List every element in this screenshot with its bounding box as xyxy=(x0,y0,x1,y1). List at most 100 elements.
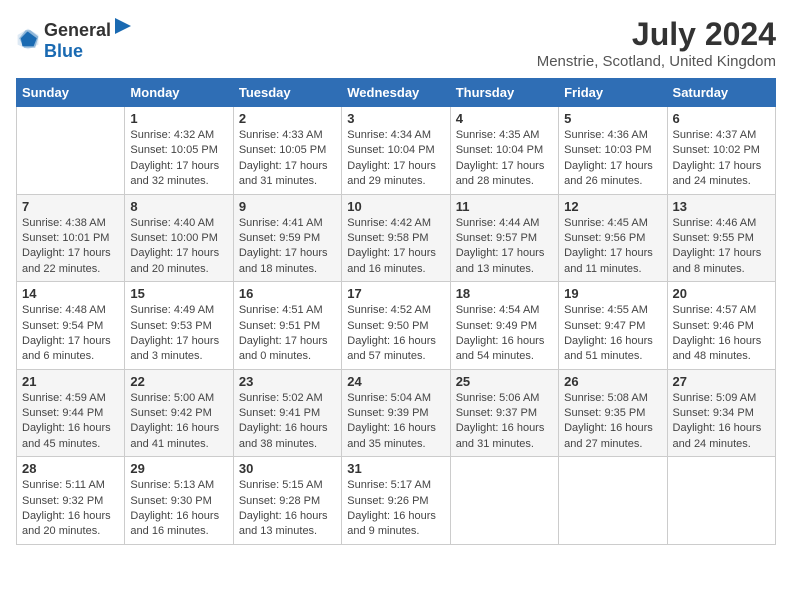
day-info: Sunrise: 5:04 AM Sunset: 9:39 PM Dayligh… xyxy=(347,391,444,453)
calendar-cell: 17 Sunrise: 4:52 AM Sunset: 9:50 PM Dayli… xyxy=(342,282,450,370)
calendar-cell: 29Sunrise: 5:13 AM Sunset: 9:30 PM Dayli… xyxy=(125,457,233,545)
weekday-header-thursday: Thursday xyxy=(450,79,558,107)
day-info: Sunrise: 4:34 AM Sunset: 10:04 PM Daylig… xyxy=(347,128,444,190)
day-info: Sunrise: 4:57 AM Sunset: 9:46 PM Dayligh… xyxy=(673,303,770,365)
calendar-cell: 27Sunrise: 5:09 AM Sunset: 9:34 PM Dayli… xyxy=(667,369,775,457)
calendar-cell: 5 Sunrise: 4:36 AM Sunset: 10:03 PM Dayli… xyxy=(559,107,667,195)
day-number: 28 xyxy=(22,461,119,476)
title-area: July 2024 Menstrie, Scotland, United Kin… xyxy=(537,16,776,70)
day-number: 7 xyxy=(22,199,119,214)
calendar-cell: 25 Sunrise: 5:06 AM Sunset: 9:37 PM Dayli… xyxy=(450,369,558,457)
logo: General Blue xyxy=(16,16,133,62)
calendar-cell: 12Sunrise: 4:45 AM Sunset: 9:56 PM Dayli… xyxy=(559,194,667,282)
day-number: 4 xyxy=(456,111,553,126)
weekday-header-saturday: Saturday xyxy=(667,79,775,107)
calendar-cell: 2Sunrise: 4:33 AM Sunset: 10:05 PM Dayli… xyxy=(233,107,341,195)
day-info: Sunrise: 4:37 AM Sunset: 10:02 PM Daylig… xyxy=(673,128,770,190)
day-number: 21 xyxy=(22,374,119,389)
day-info: Sunrise: 5:17 AM Sunset: 9:26 PM Dayligh… xyxy=(347,478,444,540)
day-number: 13 xyxy=(673,199,770,214)
calendar-cell: 31 Sunrise: 5:17 AM Sunset: 9:26 PM Dayli… xyxy=(342,457,450,545)
logo-flag-icon xyxy=(113,16,133,36)
logo-text-block: General Blue xyxy=(44,16,133,62)
day-info: Sunrise: 5:06 AM Sunset: 9:37 PM Dayligh… xyxy=(456,391,553,453)
day-number: 18 xyxy=(456,286,553,301)
calendar-cell: 7 Sunrise: 4:38 AM Sunset: 10:01 PM Dayli… xyxy=(17,194,125,282)
day-number: 6 xyxy=(673,111,770,126)
calendar-cell: 22Sunrise: 5:00 AM Sunset: 9:42 PM Dayli… xyxy=(125,369,233,457)
day-number: 19 xyxy=(564,286,661,301)
day-number: 25 xyxy=(456,374,553,389)
month-title: July 2024 xyxy=(537,16,776,53)
day-info: Sunrise: 4:51 AM Sunset: 9:51 PM Dayligh… xyxy=(239,303,336,365)
calendar-cell xyxy=(667,457,775,545)
day-number: 10 xyxy=(347,199,444,214)
calendar-cell: 28Sunrise: 5:11 AM Sunset: 9:32 PM Dayli… xyxy=(17,457,125,545)
day-number: 30 xyxy=(239,461,336,476)
calendar-cell: 26Sunrise: 5:08 AM Sunset: 9:35 PM Dayli… xyxy=(559,369,667,457)
day-number: 11 xyxy=(456,199,553,214)
day-number: 24 xyxy=(347,374,444,389)
calendar-cell: 6 Sunrise: 4:37 AM Sunset: 10:02 PM Dayli… xyxy=(667,107,775,195)
calendar-week-row: 7 Sunrise: 4:38 AM Sunset: 10:01 PM Dayli… xyxy=(17,194,776,282)
calendar-week-row: 1 Sunrise: 4:32 AM Sunset: 10:05 PM Dayli… xyxy=(17,107,776,195)
day-info: Sunrise: 4:32 AM Sunset: 10:05 PM Daylig… xyxy=(130,128,227,190)
day-info: Sunrise: 4:40 AM Sunset: 10:00 PM Daylig… xyxy=(130,216,227,278)
calendar-week-row: 14Sunrise: 4:48 AM Sunset: 9:54 PM Dayli… xyxy=(17,282,776,370)
logo-icon xyxy=(16,27,40,51)
day-info: Sunrise: 4:38 AM Sunset: 10:01 PM Daylig… xyxy=(22,216,119,278)
logo-blue: Blue xyxy=(44,41,83,61)
day-number: 29 xyxy=(130,461,227,476)
day-number: 27 xyxy=(673,374,770,389)
day-number: 2 xyxy=(239,111,336,126)
day-info: Sunrise: 5:15 AM Sunset: 9:28 PM Dayligh… xyxy=(239,478,336,540)
weekday-header-monday: Monday xyxy=(125,79,233,107)
day-info: Sunrise: 4:36 AM Sunset: 10:03 PM Daylig… xyxy=(564,128,661,190)
calendar-cell: 11Sunrise: 4:44 AM Sunset: 9:57 PM Dayli… xyxy=(450,194,558,282)
weekday-header-tuesday: Tuesday xyxy=(233,79,341,107)
calendar-cell: 21 Sunrise: 4:59 AM Sunset: 9:44 PM Dayli… xyxy=(17,369,125,457)
calendar-cell: 8 Sunrise: 4:40 AM Sunset: 10:00 PM Dayli… xyxy=(125,194,233,282)
calendar-week-row: 28Sunrise: 5:11 AM Sunset: 9:32 PM Dayli… xyxy=(17,457,776,545)
calendar-cell: 16 Sunrise: 4:51 AM Sunset: 9:51 PM Dayli… xyxy=(233,282,341,370)
calendar-cell: 15 Sunrise: 4:49 AM Sunset: 9:53 PM Dayli… xyxy=(125,282,233,370)
day-number: 3 xyxy=(347,111,444,126)
calendar-cell: 1 Sunrise: 4:32 AM Sunset: 10:05 PM Dayli… xyxy=(125,107,233,195)
day-info: Sunrise: 4:46 AM Sunset: 9:55 PM Dayligh… xyxy=(673,216,770,278)
day-number: 20 xyxy=(673,286,770,301)
day-number: 26 xyxy=(564,374,661,389)
calendar-cell: 3 Sunrise: 4:34 AM Sunset: 10:04 PM Dayli… xyxy=(342,107,450,195)
day-number: 8 xyxy=(130,199,227,214)
calendar-cell: 9 Sunrise: 4:41 AM Sunset: 9:59 PM Daylig… xyxy=(233,194,341,282)
calendar-cell: 13 Sunrise: 4:46 AM Sunset: 9:55 PM Dayli… xyxy=(667,194,775,282)
calendar-cell: 24 Sunrise: 5:04 AM Sunset: 9:39 PM Dayli… xyxy=(342,369,450,457)
day-info: Sunrise: 4:52 AM Sunset: 9:50 PM Dayligh… xyxy=(347,303,444,365)
day-info: Sunrise: 4:59 AM Sunset: 9:44 PM Dayligh… xyxy=(22,391,119,453)
day-info: Sunrise: 4:49 AM Sunset: 9:53 PM Dayligh… xyxy=(130,303,227,365)
day-number: 5 xyxy=(564,111,661,126)
day-number: 1 xyxy=(130,111,227,126)
day-info: Sunrise: 4:41 AM Sunset: 9:59 PM Dayligh… xyxy=(239,216,336,278)
weekday-header-row: SundayMondayTuesdayWednesdayThursdayFrid… xyxy=(17,79,776,107)
weekday-header-sunday: Sunday xyxy=(17,79,125,107)
calendar-cell: 20 Sunrise: 4:57 AM Sunset: 9:46 PM Dayli… xyxy=(667,282,775,370)
calendar-cell: 10 Sunrise: 4:42 AM Sunset: 9:58 PM Dayli… xyxy=(342,194,450,282)
day-info: Sunrise: 4:35 AM Sunset: 10:04 PM Daylig… xyxy=(456,128,553,190)
calendar-cell: 30 Sunrise: 5:15 AM Sunset: 9:28 PM Dayli… xyxy=(233,457,341,545)
location-subtitle: Menstrie, Scotland, United Kingdom xyxy=(537,53,776,70)
calendar-week-row: 21 Sunrise: 4:59 AM Sunset: 9:44 PM Dayli… xyxy=(17,369,776,457)
day-info: Sunrise: 4:45 AM Sunset: 9:56 PM Dayligh… xyxy=(564,216,661,278)
day-number: 15 xyxy=(130,286,227,301)
day-info: Sunrise: 4:42 AM Sunset: 9:58 PM Dayligh… xyxy=(347,216,444,278)
calendar-cell: 18Sunrise: 4:54 AM Sunset: 9:49 PM Dayli… xyxy=(450,282,558,370)
weekday-header-friday: Friday xyxy=(559,79,667,107)
calendar-cell: 14Sunrise: 4:48 AM Sunset: 9:54 PM Dayli… xyxy=(17,282,125,370)
calendar-cell: 23Sunrise: 5:02 AM Sunset: 9:41 PM Dayli… xyxy=(233,369,341,457)
calendar-table: SundayMondayTuesdayWednesdayThursdayFrid… xyxy=(16,78,776,545)
day-number: 9 xyxy=(239,199,336,214)
day-info: Sunrise: 5:02 AM Sunset: 9:41 PM Dayligh… xyxy=(239,391,336,453)
calendar-cell xyxy=(17,107,125,195)
day-number: 16 xyxy=(239,286,336,301)
day-number: 31 xyxy=(347,461,444,476)
day-number: 17 xyxy=(347,286,444,301)
